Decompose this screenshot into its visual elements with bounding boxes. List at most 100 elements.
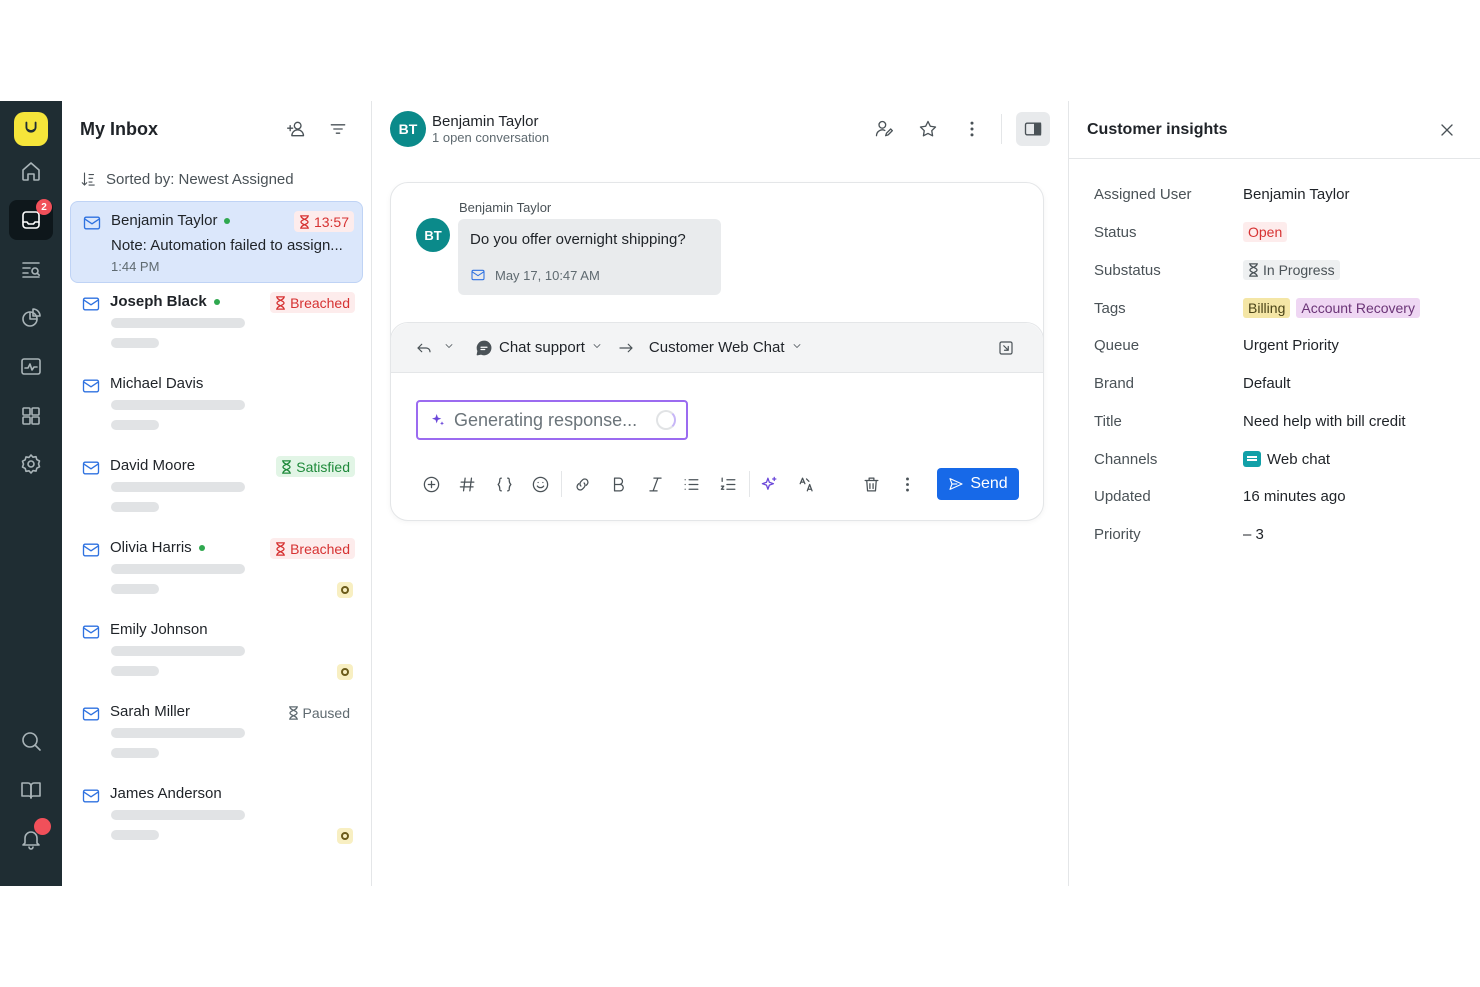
hashtag-button[interactable] bbox=[450, 469, 487, 499]
preview-placeholder bbox=[111, 830, 159, 840]
nav-reports[interactable] bbox=[9, 298, 53, 338]
field-queue: Queue Urgent Priority bbox=[1094, 336, 1339, 354]
field-priority: Priority – 3 bbox=[1094, 525, 1264, 543]
send-button[interactable]: Send bbox=[937, 468, 1019, 500]
sla-badge: Breached bbox=[270, 292, 355, 313]
emoji-button[interactable] bbox=[523, 469, 560, 499]
divider bbox=[1001, 114, 1002, 144]
italic-button[interactable] bbox=[637, 469, 674, 499]
more-button[interactable] bbox=[957, 114, 987, 144]
expand-composer-button[interactable] bbox=[991, 333, 1021, 363]
substatus-badge[interactable]: In Progress bbox=[1243, 260, 1340, 280]
mail-icon bbox=[471, 269, 485, 281]
composer-toolbar: Send bbox=[413, 468, 1019, 500]
ai-assist-button[interactable] bbox=[752, 469, 789, 499]
nav-knowledge[interactable] bbox=[9, 770, 53, 810]
preview-placeholder bbox=[111, 728, 245, 738]
variables-button[interactable] bbox=[486, 469, 523, 499]
message-timestamp: May 17, 10:47 AM bbox=[495, 267, 600, 283]
nav-inbox[interactable]: 2 bbox=[9, 199, 53, 240]
conversation-item[interactable]: Michael Davis bbox=[70, 365, 363, 447]
hourglass-icon bbox=[1249, 263, 1258, 277]
close-insights-button[interactable] bbox=[1432, 115, 1462, 145]
conversation-item[interactable]: Sarah Miller Paused bbox=[70, 693, 363, 775]
numbered-list-icon bbox=[720, 477, 736, 490]
channel-selector[interactable]: Chat support bbox=[475, 339, 603, 357]
tag-billing[interactable]: Billing bbox=[1243, 298, 1291, 318]
nav-views[interactable] bbox=[9, 249, 53, 289]
destination-selector[interactable]: Customer Web Chat bbox=[649, 339, 983, 356]
message-avatar: BT bbox=[416, 218, 450, 252]
contact-name: Joseph Black bbox=[110, 293, 207, 310]
web-chat-icon bbox=[1243, 451, 1261, 467]
sparkle-icon bbox=[432, 414, 444, 426]
field-tags: Tags Billing Account Recovery bbox=[1094, 296, 1474, 320]
logo[interactable] bbox=[14, 112, 48, 146]
toggle-insights-button[interactable] bbox=[1016, 112, 1050, 146]
field-channels: Channels Web chat bbox=[1094, 450, 1331, 468]
conversation-panel: BT Benjamin Taylor 1 open conversation B… bbox=[372, 101, 1069, 886]
conversation-item[interactable]: Emily Johnson bbox=[70, 611, 363, 693]
add-user-button[interactable] bbox=[281, 114, 311, 144]
preview-placeholder bbox=[111, 502, 159, 512]
tag-account-recovery[interactable]: Account Recovery bbox=[1296, 298, 1420, 318]
nav-apps[interactable] bbox=[9, 396, 53, 436]
insert-button[interactable] bbox=[413, 469, 450, 499]
composer-header: Chat support Customer Web Chat bbox=[391, 323, 1043, 373]
hourglass-icon bbox=[300, 214, 309, 229]
bullet-list-button[interactable] bbox=[674, 469, 711, 499]
priority-value[interactable]: – 3 bbox=[1243, 526, 1264, 543]
hourglass-icon bbox=[276, 541, 285, 556]
conversation-item[interactable]: Olivia Harris Breached bbox=[70, 529, 363, 611]
contact-name: Benjamin Taylor bbox=[111, 212, 218, 229]
nav-monitor[interactable] bbox=[9, 347, 53, 387]
assign-button[interactable] bbox=[869, 114, 899, 144]
insights-panel: Customer insights Assigned User Benjamin… bbox=[1069, 101, 1480, 886]
avatar[interactable]: BT bbox=[390, 111, 426, 147]
contact-name: Emily Johnson bbox=[110, 621, 208, 638]
sort-control[interactable]: Sorted by: Newest Assigned bbox=[62, 157, 371, 201]
arrow-right-icon bbox=[619, 343, 633, 352]
star-icon bbox=[919, 120, 937, 137]
title-value[interactable]: Need help with bill credit bbox=[1243, 413, 1406, 430]
queue-value[interactable]: Urgent Priority bbox=[1243, 337, 1339, 354]
nav-settings[interactable] bbox=[9, 444, 53, 484]
delete-button[interactable] bbox=[853, 469, 890, 499]
link-button[interactable] bbox=[564, 469, 601, 499]
hashtag-icon bbox=[459, 477, 475, 491]
assigned-user-value[interactable]: Benjamin Taylor bbox=[1243, 186, 1349, 203]
filter-button[interactable] bbox=[323, 114, 353, 144]
conversation-item[interactable]: Joseph Black Breached bbox=[70, 283, 363, 365]
conversation-time: 1:44 PM bbox=[111, 259, 160, 274]
chevron-down-icon bbox=[593, 344, 601, 348]
conversation-item[interactable]: David Moore Satisfied bbox=[70, 447, 363, 529]
hourglass-icon bbox=[288, 705, 298, 720]
nav-rail: 2 bbox=[0, 101, 62, 886]
nav-search[interactable] bbox=[9, 721, 53, 761]
nav-notifications[interactable] bbox=[9, 818, 53, 859]
bot-icon bbox=[337, 664, 353, 680]
numbered-list-button[interactable] bbox=[710, 469, 747, 499]
conversation-item[interactable]: James Anderson bbox=[70, 775, 363, 857]
more-options-button[interactable] bbox=[890, 469, 927, 499]
nav-home[interactable] bbox=[9, 151, 53, 191]
mail-icon bbox=[82, 625, 100, 639]
home-icon bbox=[22, 162, 40, 181]
channel-label: Chat support bbox=[499, 339, 585, 356]
conversation-item[interactable]: Benjamin Taylor 13:57 Note: Automation fai… bbox=[70, 201, 363, 283]
star-button[interactable] bbox=[913, 114, 943, 144]
sla-badge: 13:57 bbox=[293, 211, 354, 232]
preview-placeholder bbox=[111, 482, 245, 492]
reply-type-dropdown[interactable] bbox=[443, 339, 455, 356]
translate-button[interactable] bbox=[788, 469, 825, 499]
loading-spinner bbox=[656, 410, 676, 430]
online-indicator bbox=[224, 217, 231, 224]
brand-value[interactable]: Default bbox=[1243, 375, 1291, 392]
reply-input[interactable]: Generating response... bbox=[416, 400, 688, 440]
contact-name[interactable]: Benjamin Taylor bbox=[432, 113, 869, 130]
open-conversations-count: 1 open conversation bbox=[432, 130, 550, 145]
reply-type-button[interactable] bbox=[413, 333, 435, 363]
status-badge[interactable]: Open bbox=[1243, 222, 1288, 242]
book-icon bbox=[21, 782, 41, 799]
bold-button[interactable] bbox=[601, 469, 638, 499]
